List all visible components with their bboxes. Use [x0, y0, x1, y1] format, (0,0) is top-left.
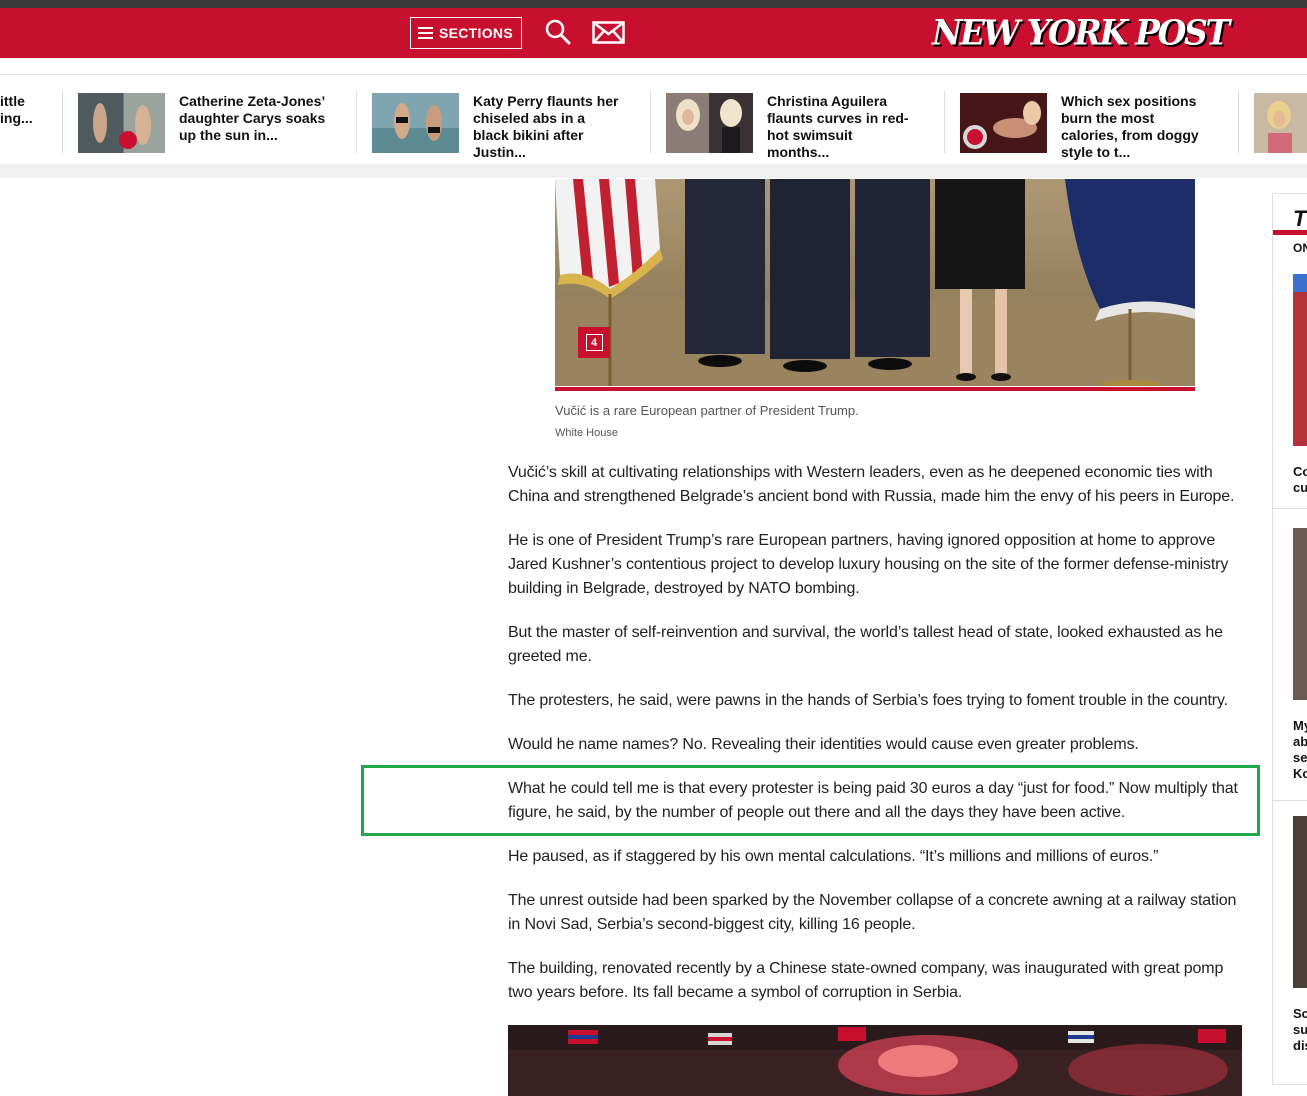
mail-icon[interactable]: [592, 21, 625, 44]
trending-thumbnail: [666, 93, 753, 153]
article-hero-image[interactable]: [555, 179, 1195, 386]
trending-title: ittle ing...: [0, 93, 33, 126]
sidebar-thumbnail[interactable]: [1293, 816, 1307, 988]
sidebar-divider: [1273, 508, 1307, 509]
article-paragraph: Would he name names? No. Revealing their…: [508, 736, 1139, 753]
image-credit: White House: [555, 427, 618, 439]
menu-icon: [418, 27, 433, 39]
trending-title: Catherine Zeta-Jones’ daughter Carys soa…: [179, 93, 326, 143]
sections-button[interactable]: SECTIONS: [410, 17, 522, 49]
nypost-logo[interactable]: NEW YORK POST: [932, 12, 1230, 53]
trending-bottom-bar: [0, 164, 1307, 178]
sidebar-heading: T: [1293, 206, 1307, 231]
sidebar-heading-bar: [1273, 230, 1307, 235]
sidebar-story-title[interactable]: Co cu: [1293, 464, 1307, 496]
trending-item[interactable]: [1254, 93, 1307, 155]
sidebar-subheading: ON: [1293, 241, 1307, 255]
sidebar-story-title[interactable]: My ab se Ko: [1293, 718, 1307, 782]
trending-item[interactable]: Catherine Zeta-Jones’ daughter Carys soa…: [78, 93, 329, 155]
trending-thumbnail: [960, 93, 1047, 153]
trending-divider: [944, 91, 945, 153]
article-paragraph: The protesters, he said, were pawns in t…: [508, 692, 1228, 709]
trending-item[interactable]: Katy Perry flaunts her chiseled abs in a…: [372, 93, 623, 160]
hero-photo: [555, 179, 1195, 386]
hero-divider: [555, 387, 1195, 391]
trending-divider: [650, 91, 651, 153]
trending-item[interactable]: Christina Aguilera flaunts curves in red…: [666, 93, 917, 160]
sidebar-thumbnail[interactable]: [1293, 274, 1307, 446]
trending-title: Which sex positions burn the most calori…: [1061, 93, 1199, 160]
trending-title: Katy Perry flaunts her chiseled abs in a…: [473, 93, 619, 160]
article-paragraph: The unrest outside had been sparked by t…: [508, 892, 1237, 933]
trending-divider: [62, 91, 63, 153]
protest-photo: [508, 1025, 1242, 1096]
article-paragraph: He paused, as if staggered by his own me…: [508, 848, 1159, 865]
trending-divider: [356, 91, 357, 153]
sidebar-thumbnail-badge: [1293, 274, 1307, 292]
gallery-count-badge[interactable]: 4: [578, 327, 610, 358]
sections-label: SECTIONS: [439, 25, 513, 41]
sidebar-story-title[interactable]: Sc su dis: [1293, 1006, 1307, 1054]
protest-image[interactable]: [508, 1025, 1242, 1096]
right-sidebar: T ON Co cu My ab se Ko Sc su dis: [1272, 193, 1307, 1085]
trending-item[interactable]: ittle ing...: [0, 93, 50, 155]
article-paragraph: But the master of self-reinvention and s…: [508, 624, 1223, 665]
sidebar-divider: [1273, 800, 1307, 801]
trending-thumbnail: [1254, 93, 1307, 153]
image-caption: Vučić is a rare European partner of Pres…: [555, 403, 859, 418]
sidebar-thumbnail[interactable]: [1293, 528, 1307, 700]
trending-thumbnail: [372, 93, 459, 153]
article-paragraph: He is one of President Trump’s rare Euro…: [508, 532, 1229, 597]
search-icon[interactable]: [545, 19, 571, 45]
article-paragraph: The building, renovated recently by a Ch…: [508, 960, 1224, 1001]
trending-divider: [1238, 91, 1239, 153]
site-header: SECTIONS NEW YORK POST: [0, 8, 1307, 58]
trending-strip: ittle ing... Catherine Zeta-Jones’ daugh…: [0, 74, 1307, 178]
browser-top-strip: [0, 0, 1307, 8]
article-paragraph: Vučić’s skill at cultivating relationshi…: [508, 464, 1235, 505]
highlight-box: [361, 765, 1260, 836]
trending-item[interactable]: Which sex positions burn the most calori…: [960, 93, 1211, 160]
gallery-count: 4: [585, 334, 603, 351]
trending-thumbnail: [78, 93, 165, 153]
trending-title: Christina Aguilera flaunts curves in red…: [767, 93, 909, 160]
